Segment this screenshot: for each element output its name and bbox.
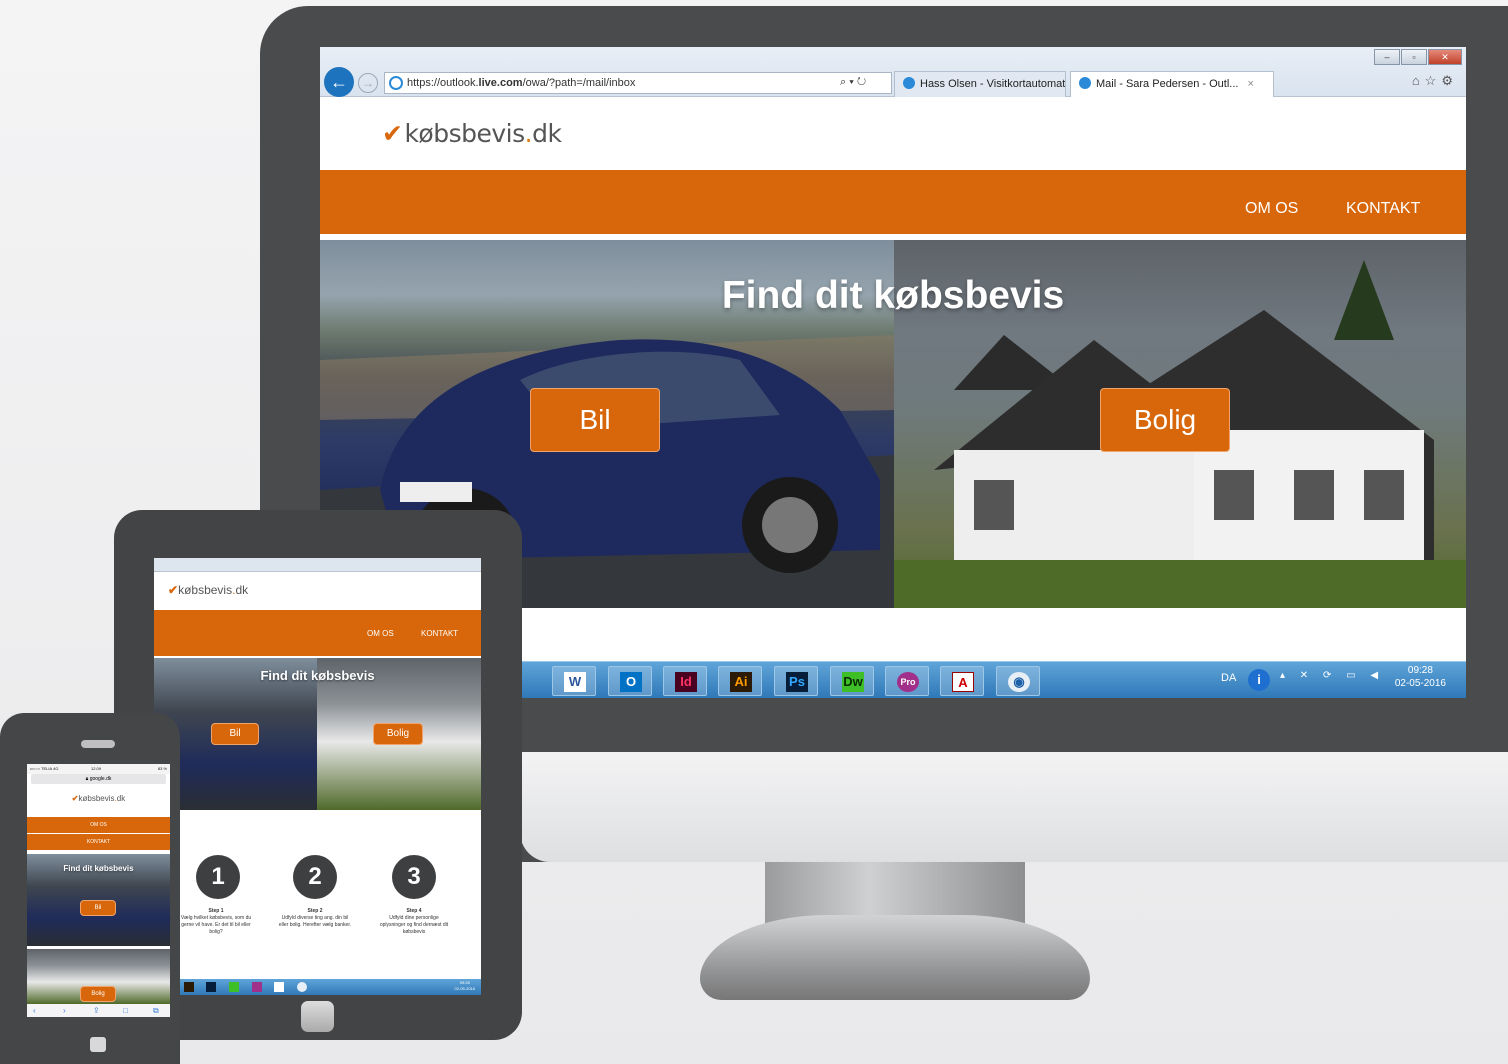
site-logo[interactable]: ✔købsbevis.dk <box>382 119 562 148</box>
phone-nav-om-os[interactable]: OM OS <box>27 817 170 833</box>
address-bar[interactable]: https://outlook.live.com/owa/?path=/mail… <box>384 72 892 94</box>
tablet-media-icon[interactable] <box>297 982 307 992</box>
battery-level: 83 % <box>157 766 167 771</box>
clock-date: 02-05-2016 <box>1394 678 1446 689</box>
bookmarks-icon[interactable]: □ <box>123 1004 128 1017</box>
illustrator-app-icon[interactable]: Ai <box>718 666 762 696</box>
logo-tld: dk <box>532 119 562 148</box>
tablet-taskbar: 09:28 02-05-2016 <box>154 979 481 995</box>
tab-favicon <box>1079 77 1091 89</box>
tablet-ai-icon[interactable] <box>184 982 194 992</box>
back-arrow-icon[interactable]: ← <box>324 67 354 97</box>
site-nav: OM OS KONTAKT <box>320 170 1466 234</box>
monitor-stand-base <box>700 915 1090 1000</box>
tab-close-icon[interactable]: × <box>1248 78 1254 90</box>
step-3-number: 3 <box>392 855 436 899</box>
tablet-hero-title: Find dit købsbevis <box>260 668 375 683</box>
step-3-text: Step 4 Udfyld dine personlige oplysninger… <box>379 908 449 935</box>
browser-tab-visitkort[interactable]: Hass Olsen - Visitkortautomat <box>894 71 1066 97</box>
tab-label: Mail - Sara Pedersen - Outl... <box>1096 78 1239 90</box>
nav-kontakt[interactable]: KONTAKT <box>1346 170 1420 248</box>
close-window-button[interactable]: ✕ <box>1428 49 1462 65</box>
tablet-acrobat-icon[interactable] <box>274 982 284 992</box>
nav-om-os[interactable]: OM OS <box>1245 170 1298 248</box>
address-domain: live.com <box>478 77 523 89</box>
phone-status-bar: ••○○○ TELIA 4G 12.09 83 % <box>27 764 170 774</box>
tablet-bil-button[interactable]: Bil <box>211 723 259 745</box>
phone-url-bar[interactable]: 🔒︎ google.dk <box>31 774 166 784</box>
checkmark-icon: ✔ <box>71 794 79 803</box>
tablet-browser-toolbar <box>154 558 481 572</box>
clock[interactable]: 09:28 02-05-2016 <box>1395 664 1446 690</box>
share-icon[interactable]: ⇪ <box>93 1004 100 1017</box>
browser-toolbar: ← → https://outlook.live.com/owa/?path=/… <box>320 47 1466 97</box>
step-1-text: Step 1 Vælg hvilket købsbevis, som du ger… <box>180 908 252 935</box>
forward-icon[interactable]: › <box>63 1004 66 1017</box>
media-app-icon[interactable]: ◉ <box>996 666 1040 696</box>
window-controls: – ▫ ✕ <box>1374 49 1462 65</box>
photoshop-app-icon[interactable]: Ps <box>774 666 818 696</box>
ie-logo-icon <box>389 76 403 90</box>
bolig-button[interactable]: Bolig <box>1100 388 1230 452</box>
step-2-number: 2 <box>293 855 337 899</box>
step-2-text: Step 2 Udfyld diverse ting ang. din bil e… <box>278 908 352 928</box>
phone-logo[interactable]: ✔købsbevis.dk <box>27 794 170 803</box>
status-time: 12.09 <box>91 766 102 771</box>
tablet-dw-icon[interactable] <box>229 982 239 992</box>
tablet-nav-kontakt[interactable]: KONTAKT <box>421 629 458 638</box>
tablet-screen: ✔købsbevis.dk OM OS KONTAKT Find dit køb… <box>154 558 481 995</box>
phone-screen: ••○○○ TELIA 4G 12.09 83 % 🔒︎ google.dk ✔… <box>27 764 170 1017</box>
minimize-button[interactable]: – <box>1374 49 1400 65</box>
back-icon[interactable]: ‹ <box>33 1004 36 1017</box>
word-app-icon[interactable]: W <box>552 666 596 696</box>
logo-text: købsbevis <box>404 119 525 148</box>
checkmark-icon: ✔ <box>382 119 403 148</box>
tray-icons[interactable]: ▴ ✕ ⟳ ▭ ◀ <box>1280 670 1384 681</box>
windows-taskbar: W O Id Ai Ps Dw Pro A ◉ DA i ▴ ✕ ⟳ ▭ ◀ 0… <box>488 661 1466 698</box>
address-path: /owa/?path=/mail/inbox <box>522 77 636 89</box>
phone-bil-button[interactable]: Bil <box>80 900 116 916</box>
phone-speaker <box>81 740 115 748</box>
language-indicator[interactable]: DA <box>1221 672 1236 684</box>
pro-app-icon[interactable]: Pro <box>885 666 929 696</box>
bil-button[interactable]: Bil <box>530 388 660 452</box>
address-prefix: https://outlook. <box>407 77 479 89</box>
home-favorites-settings-icons[interactable]: ⌂☆⚙ <box>1412 73 1458 89</box>
tablet-pro-icon[interactable] <box>252 982 262 992</box>
phone-safari-toolbar: ‹ › ⇪ □ ⧉ <box>27 1004 170 1017</box>
outlook-app-icon[interactable]: O <box>608 666 652 696</box>
browser-tab-mail[interactable]: Mail - Sara Pedersen - Outl... × <box>1070 71 1274 97</box>
tablet-ps-icon[interactable] <box>206 982 216 992</box>
phone-nav-kontakt[interactable]: KONTAKT <box>27 834 170 850</box>
phone-bolig-button[interactable]: Bolig <box>80 986 116 1002</box>
tablet-clock[interactable]: 09:28 02-05-2016 <box>455 980 475 992</box>
tab-label: Hass Olsen - Visitkortautomat <box>920 78 1066 90</box>
logo-dot: . <box>524 119 533 148</box>
forward-arrow-icon[interactable]: → <box>358 73 378 93</box>
tablet-nav: OM OS KONTAKT <box>154 610 481 656</box>
indesign-app-icon[interactable]: Id <box>663 666 707 696</box>
tablet-bolig-button[interactable]: Bolig <box>373 723 423 745</box>
tablet-home-button[interactable] <box>301 1001 334 1032</box>
maximize-button[interactable]: ▫ <box>1401 49 1427 65</box>
step-1-number: 1 <box>196 855 240 899</box>
site-header: ✔købsbevis.dk <box>320 97 1466 170</box>
tab-favicon <box>903 77 915 89</box>
hero-title: Find dit købsbevis <box>721 274 1065 317</box>
dreamweaver-app-icon[interactable]: Dw <box>830 666 874 696</box>
phone-home-button[interactable] <box>90 1037 106 1052</box>
monitor-chin <box>520 752 1508 862</box>
clock-time: 09:28 <box>1407 665 1433 676</box>
tablet-logo[interactable]: ✔købsbevis.dk <box>168 583 248 597</box>
tabs-icon[interactable]: ⧉ <box>153 1004 159 1017</box>
search-refresh-controls[interactable]: ⌕ ▾ ↻ <box>840 72 866 92</box>
checkmark-icon: ✔ <box>168 583 179 597</box>
carrier-signal: ••○○○ TELIA 4G <box>30 766 59 771</box>
info-icon[interactable]: i <box>1248 669 1270 691</box>
acrobat-app-icon[interactable]: A <box>940 666 984 696</box>
tablet-nav-om-os[interactable]: OM OS <box>367 629 394 638</box>
phone-hero-title: Find dit købsbevis <box>63 864 134 873</box>
